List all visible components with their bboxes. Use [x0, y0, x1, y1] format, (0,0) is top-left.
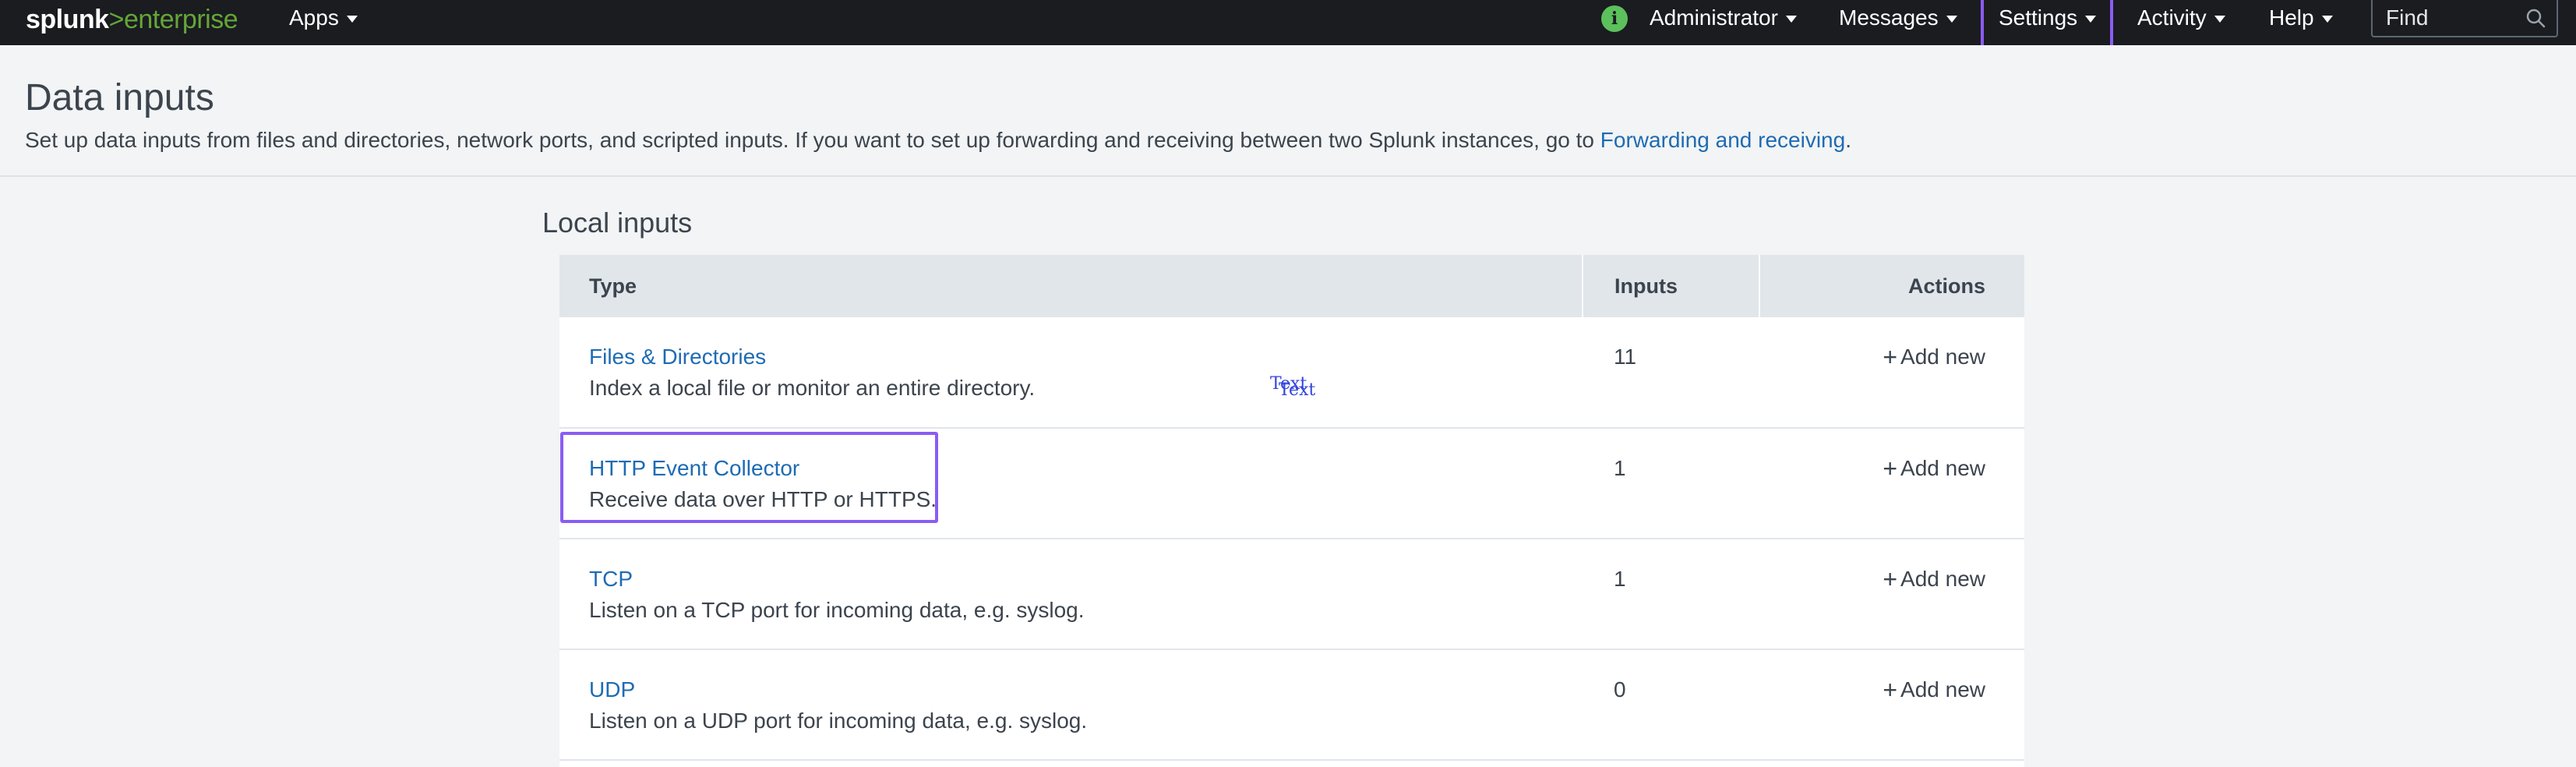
inputs-count: 11 — [1614, 345, 1637, 369]
settings-menu-label: Settings — [1999, 5, 2078, 30]
add-new-label: Add new — [1900, 456, 1985, 480]
info-icon-glyph: i — [1611, 9, 1618, 29]
column-header-actions: Actions — [1759, 255, 2024, 317]
inputs-count-cell: 1 — [1583, 539, 1759, 650]
column-header-inputs: Inputs — [1583, 255, 1760, 317]
logo-brand: splunk — [26, 5, 109, 34]
page-description-text: Set up data inputs from files and direct… — [25, 128, 1600, 152]
table-row: HTTP Event Collector Receive data over H… — [559, 428, 2024, 539]
inputs-count: 1 — [1614, 456, 1626, 480]
logo-separator: > — [108, 5, 125, 34]
chevron-down-icon — [1946, 15, 1957, 23]
apps-menu[interactable]: Apps — [289, 0, 358, 36]
activity-menu-label: Activity — [2137, 5, 2207, 30]
add-new-button[interactable]: + Add new — [1883, 564, 1985, 594]
chevron-down-icon — [2214, 15, 2225, 23]
files-directories-link[interactable]: Files & Directories — [589, 342, 766, 372]
add-new-label: Add new — [1900, 567, 1985, 591]
column-header-type: Type — [559, 255, 1583, 317]
page-header: Data inputs Set up data inputs from file… — [0, 45, 2576, 177]
actions-cell: + Add new — [1759, 317, 2024, 429]
type-description: Receive data over HTTP or HTTPS. — [589, 487, 937, 511]
http-event-collector-link[interactable]: HTTP Event Collector — [589, 454, 799, 483]
chevron-down-icon — [346, 15, 358, 23]
type-cell: Files & Directories Index a local file o… — [559, 317, 1583, 429]
logo-product: enterprise — [123, 5, 238, 34]
help-menu[interactable]: Help — [2269, 0, 2333, 36]
table-row: UDP Listen on a UDP port for incoming da… — [559, 649, 2024, 761]
stray-text-label: Text — [1279, 380, 1316, 400]
chevron-down-icon — [2321, 15, 2333, 23]
local-inputs-heading: Local inputs — [542, 207, 693, 239]
inputs-count: 0 — [1614, 677, 1626, 702]
add-new-label: Add new — [1900, 345, 1985, 369]
chevron-down-icon — [1785, 15, 1797, 23]
type-cell: TCP Listen on a TCP port for incoming da… — [559, 539, 1583, 650]
type-description: Index a local file or monitor an entire … — [589, 376, 1036, 400]
splunk-enterprise-logo[interactable]: splunk>enterprise — [26, 2, 238, 37]
inputs-count: 1 — [1614, 567, 1626, 591]
add-new-button[interactable]: + Add new — [1883, 342, 1985, 372]
settings-menu[interactable]: Settings — [1999, 0, 2097, 36]
plus-icon: + — [1883, 343, 1898, 371]
actions-cell: + Add new — [1759, 649, 2024, 761]
inputs-count-cell: 0 — [1583, 649, 1759, 761]
add-new-button[interactable]: + Add new — [1883, 675, 1985, 705]
chevron-down-icon — [2085, 15, 2097, 23]
apps-menu-label: Apps — [289, 5, 339, 30]
add-new-label: Add new — [1900, 677, 1985, 702]
plus-icon: + — [1883, 676, 1898, 704]
type-cell: UDP Listen on a UDP port for incoming da… — [559, 649, 1583, 761]
administrator-menu-label: Administrator — [1650, 5, 1778, 30]
udp-link[interactable]: UDP — [589, 675, 635, 705]
find-input[interactable] — [2384, 5, 2525, 31]
type-description: Listen on a TCP port for incoming data, … — [589, 598, 1085, 622]
administrator-menu[interactable]: Administrator — [1650, 0, 1797, 36]
messages-menu-label: Messages — [1839, 5, 1939, 30]
plus-icon: + — [1883, 565, 1898, 593]
page-description: Set up data inputs from files and direct… — [25, 118, 1851, 162]
forwarding-and-receiving-link[interactable]: Forwarding and receiving — [1600, 128, 1845, 152]
plus-icon: + — [1883, 454, 1898, 482]
page-title: Data inputs — [25, 77, 214, 118]
inputs-count-cell: 1 — [1583, 428, 1759, 539]
table-row: Files & Directories Index a local file o… — [559, 317, 2024, 429]
inputs-count-cell: 11 — [1583, 317, 1759, 429]
type-cell: HTTP Event Collector Receive data over H… — [559, 428, 1583, 539]
find-search-box — [2371, 0, 2558, 37]
local-inputs-table: Type Inputs Actions Files & Directories … — [559, 255, 2024, 767]
help-menu-label: Help — [2269, 5, 2314, 30]
activity-menu[interactable]: Activity — [2137, 0, 2225, 36]
search-icon[interactable] — [2525, 8, 2546, 28]
add-new-button[interactable]: + Add new — [1883, 454, 1985, 483]
type-description: Listen on a UDP port for incoming data, … — [589, 709, 1088, 733]
actions-cell: + Add new — [1759, 539, 2024, 650]
table-row: TCP Listen on a TCP port for incoming da… — [559, 539, 2024, 650]
top-navigation-bar: splunk>enterprise Apps i Administrator M… — [0, 0, 2576, 45]
table-header-row: Type Inputs Actions — [559, 255, 2024, 317]
info-icon[interactable]: i — [1601, 5, 1628, 32]
page-description-end: . — [1845, 128, 1851, 152]
messages-menu[interactable]: Messages — [1839, 0, 1957, 36]
tcp-link[interactable]: TCP — [589, 564, 633, 594]
actions-cell: + Add new — [1759, 428, 2024, 539]
